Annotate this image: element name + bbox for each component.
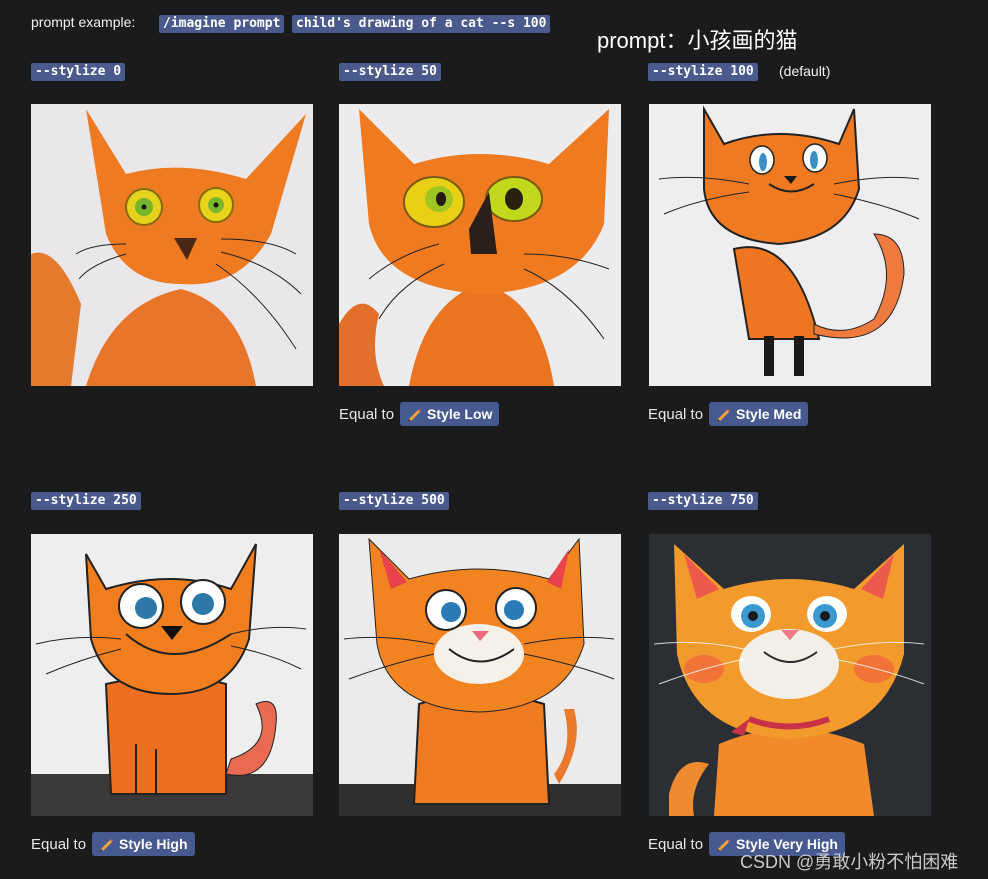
equal-to-text: Equal to [339,405,395,423]
cat-image-stylize-500 [339,534,621,816]
pencil-icon [408,409,422,422]
cat-image-stylize-100 [649,104,931,386]
style-med-pill[interactable]: Style Med [709,402,809,426]
pencil-icon [717,839,731,852]
equal-to-style-med: Equal to Style Med [648,402,809,426]
stylize-0-label: --stylize 0 [31,63,126,81]
pencil-icon [100,839,114,852]
stylize-500-label: --stylize 500 [339,492,449,510]
default-suffix: (default) [779,63,831,79]
cat-image-stylize-250 [31,534,313,816]
equal-to-text: Equal to [648,405,704,423]
style-low-pill[interactable]: Style Low [400,402,500,426]
stylize-100-label: --stylize 100 [648,63,758,81]
prompt-example-label: prompt example: [31,14,135,30]
cat-image-stylize-0 [31,104,313,386]
stylize-250-label: --stylize 250 [31,492,141,510]
prompt-chip: child's drawing of a cat --s 100 [292,15,551,33]
style-low-label: Style Low [427,406,493,422]
chinese-title: prompt：小孩画的猫 [597,28,798,53]
equal-to-style-high: Equal to Style High [31,832,195,856]
prompt-example-text: prompt example: [31,14,136,30]
equal-to-style-low: Equal to Style Low [339,402,500,426]
cat-image-stylize-750 [649,534,931,816]
watermark: CSDN @勇敢小粉不怕困难 [740,852,959,872]
equal-to-text: Equal to [648,835,704,853]
style-med-label: Style Med [736,406,802,422]
equal-to-text: Equal to [31,835,87,853]
pencil-icon [717,409,731,422]
command-chip: /imagine prompt [159,15,285,33]
cat-image-stylize-50 [339,104,621,386]
style-high-pill[interactable]: Style High [92,832,195,856]
style-high-label: Style High [119,836,188,852]
stylize-50-label: --stylize 50 [339,63,441,81]
stylize-750-label: --stylize 750 [648,492,758,510]
